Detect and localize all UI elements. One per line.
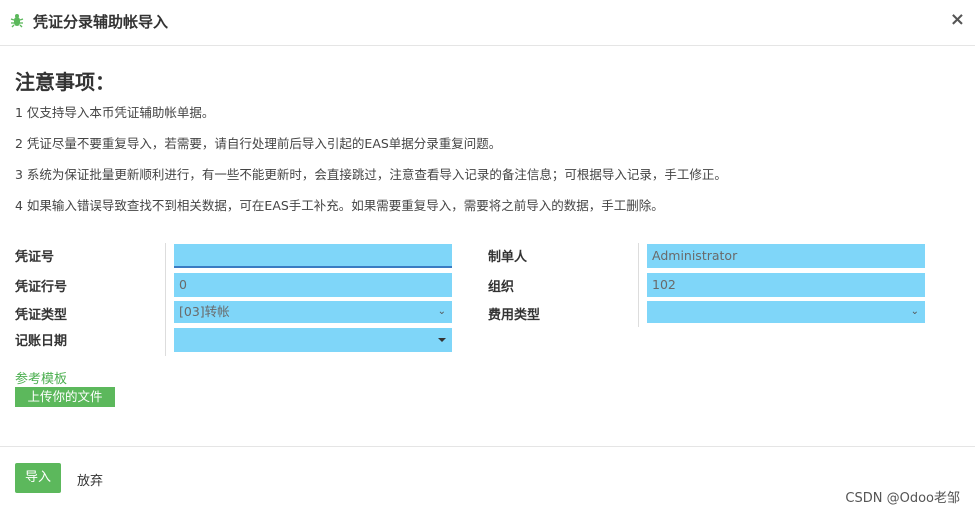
organization-label: 组织 [488,280,515,295]
watermark: CSDN @Odoo老邹 [845,491,960,506]
expense-type-select[interactable]: ⌄ [647,301,925,323]
upload-file-button[interactable]: 上传你的文件 [15,387,115,407]
notice-item: 4 如果输入错误导致查找不到相关数据，可在EAS手工补充。如果需要重复导入，需要… [15,198,664,213]
column-divider [638,243,639,327]
expense-type-label: 费用类型 [488,308,541,323]
discard-button[interactable]: 放弃 [77,470,103,489]
creator-input[interactable]: Administrator [647,244,925,268]
creator-label: 制单人 [488,250,528,265]
voucher-type-label: 凭证类型 [15,308,68,323]
voucher-line-label: 凭证行号 [15,280,68,295]
posting-date-label: 记账日期 [15,334,68,349]
bug-icon [10,14,24,28]
organization-input[interactable]: 102 [647,273,925,297]
notice-item: 3 系统为保证批量更新顺利进行，有一些不能更新时，会直接跳过，注意查看导入记录的… [15,167,727,182]
voucher-type-select[interactable]: [03]转帐 ⌄ [174,301,452,323]
chevron-down-icon: ⌄ [437,306,446,317]
notice-title: 注意事项： [15,70,115,94]
template-link[interactable]: 参考模板 [15,368,67,387]
posting-date-input[interactable] [174,328,452,352]
column-divider [165,243,166,356]
dialog-title: 凭证分录辅助帐导入 [33,13,169,31]
caret-down-icon [438,338,446,342]
footer-divider [0,446,975,447]
close-icon[interactable]: × [950,9,965,30]
voucher-no-label: 凭证号 [15,250,55,265]
notice-item: 1 仅支持导入本币凭证辅助帐单据。 [15,105,215,120]
voucher-no-input[interactable] [174,244,452,268]
chevron-down-icon: ⌄ [910,306,919,317]
voucher-line-input[interactable]: 0 [174,273,452,297]
import-button[interactable]: 导入 [15,463,61,493]
dialog-header: 凭证分录辅助帐导入 × [0,0,975,46]
notice-item: 2 凭证尽量不要重复导入，若需要，请自行处理前后导入引起的EAS单据分录重复问题… [15,136,502,151]
